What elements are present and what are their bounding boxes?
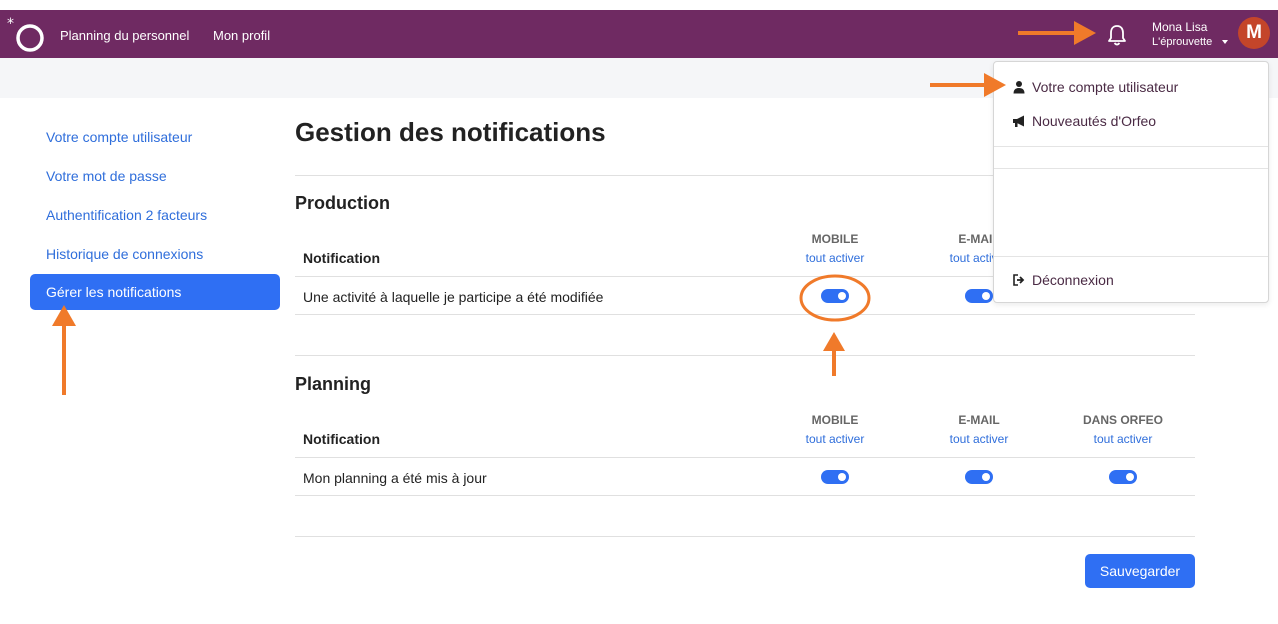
menu-divider bbox=[994, 256, 1268, 257]
table-header-notification: Notification bbox=[303, 431, 380, 447]
toggle-switch-mobile[interactable] bbox=[821, 289, 849, 303]
column-header-mobile: MOBILE bbox=[811, 413, 859, 427]
sidebar-item-password[interactable]: Votre mot de passe bbox=[30, 158, 280, 194]
sidebar-item-2fa[interactable]: Authentification 2 facteurs bbox=[30, 197, 280, 233]
page-title: Gestion des notifications bbox=[295, 117, 606, 147]
menu-item-whats-new[interactable]: Nouveautés d'Orfeo bbox=[1032, 113, 1156, 129]
user-dropdown-menu: Votre compte utilisateur Nouveautés d'Or… bbox=[993, 61, 1269, 303]
enable-all-in-orfeo-link[interactable]: tout activer bbox=[1073, 432, 1173, 446]
enable-all-email-link[interactable]: tout activer bbox=[929, 432, 1029, 446]
toggle-switch-in-orfeo[interactable] bbox=[1109, 470, 1137, 484]
table-row-divider bbox=[295, 314, 1195, 315]
svg-text:*: * bbox=[7, 16, 14, 32]
user-icon bbox=[1013, 81, 1025, 94]
table-row-divider bbox=[295, 495, 1195, 496]
nav-planning-link[interactable]: Planning du personnel bbox=[60, 28, 189, 43]
sidebar-item-notifications[interactable]: Gérer les notifications bbox=[30, 274, 280, 310]
sign-out-icon bbox=[1013, 274, 1025, 286]
notification-label: Mon planning a été mis à jour bbox=[303, 470, 487, 486]
toggle-switch-mobile[interactable] bbox=[821, 470, 849, 484]
menu-divider bbox=[994, 146, 1268, 147]
menu-item-account[interactable]: Votre compte utilisateur bbox=[1032, 79, 1178, 95]
table-header-notification: Notification bbox=[303, 250, 380, 266]
section-title-planning: Planning bbox=[295, 374, 371, 394]
megaphone-icon bbox=[1013, 115, 1024, 127]
avatar[interactable]: M bbox=[1238, 17, 1270, 49]
section-title-production: Production bbox=[295, 193, 390, 213]
menu-item-logout[interactable]: Déconnexion bbox=[1032, 272, 1114, 288]
toggle-switch-email[interactable] bbox=[965, 289, 993, 303]
annotation-arrow-toggle-icon bbox=[823, 332, 845, 376]
orfeo-logo-icon[interactable]: * bbox=[6, 16, 46, 56]
sidebar-item-login-history[interactable]: Historique de connexions bbox=[30, 236, 280, 272]
column-header-mobile: MOBILE bbox=[811, 232, 859, 246]
toggle-switch-email[interactable] bbox=[965, 470, 993, 484]
nav-profile-link[interactable]: Mon profil bbox=[213, 28, 270, 43]
bell-icon[interactable] bbox=[1106, 23, 1128, 47]
user-name[interactable]: Mona Lisa bbox=[1152, 20, 1207, 34]
notification-label: Une activité à laquelle je participe a é… bbox=[303, 289, 604, 305]
chevron-down-icon[interactable] bbox=[1222, 40, 1228, 44]
enable-all-mobile-link[interactable]: tout activer bbox=[785, 432, 885, 446]
table-row-divider bbox=[295, 457, 1195, 458]
user-organization[interactable]: L'éprouvette bbox=[1152, 36, 1212, 48]
menu-divider bbox=[994, 168, 1268, 169]
divider bbox=[295, 355, 1195, 356]
top-navbar: * Planning du personnel Mon profil Mona … bbox=[0, 10, 1278, 58]
divider bbox=[295, 536, 1195, 537]
column-header-in-orfeo: DANS ORFEO bbox=[1082, 413, 1163, 427]
sidebar-item-account[interactable]: Votre compte utilisateur bbox=[30, 119, 280, 155]
save-button[interactable]: Sauvegarder bbox=[1085, 554, 1195, 588]
enable-all-mobile-link[interactable]: tout activer bbox=[785, 251, 885, 265]
annotation-arrow-sidebar-icon bbox=[52, 305, 76, 395]
column-header-email: E-MAIL bbox=[958, 413, 1000, 427]
